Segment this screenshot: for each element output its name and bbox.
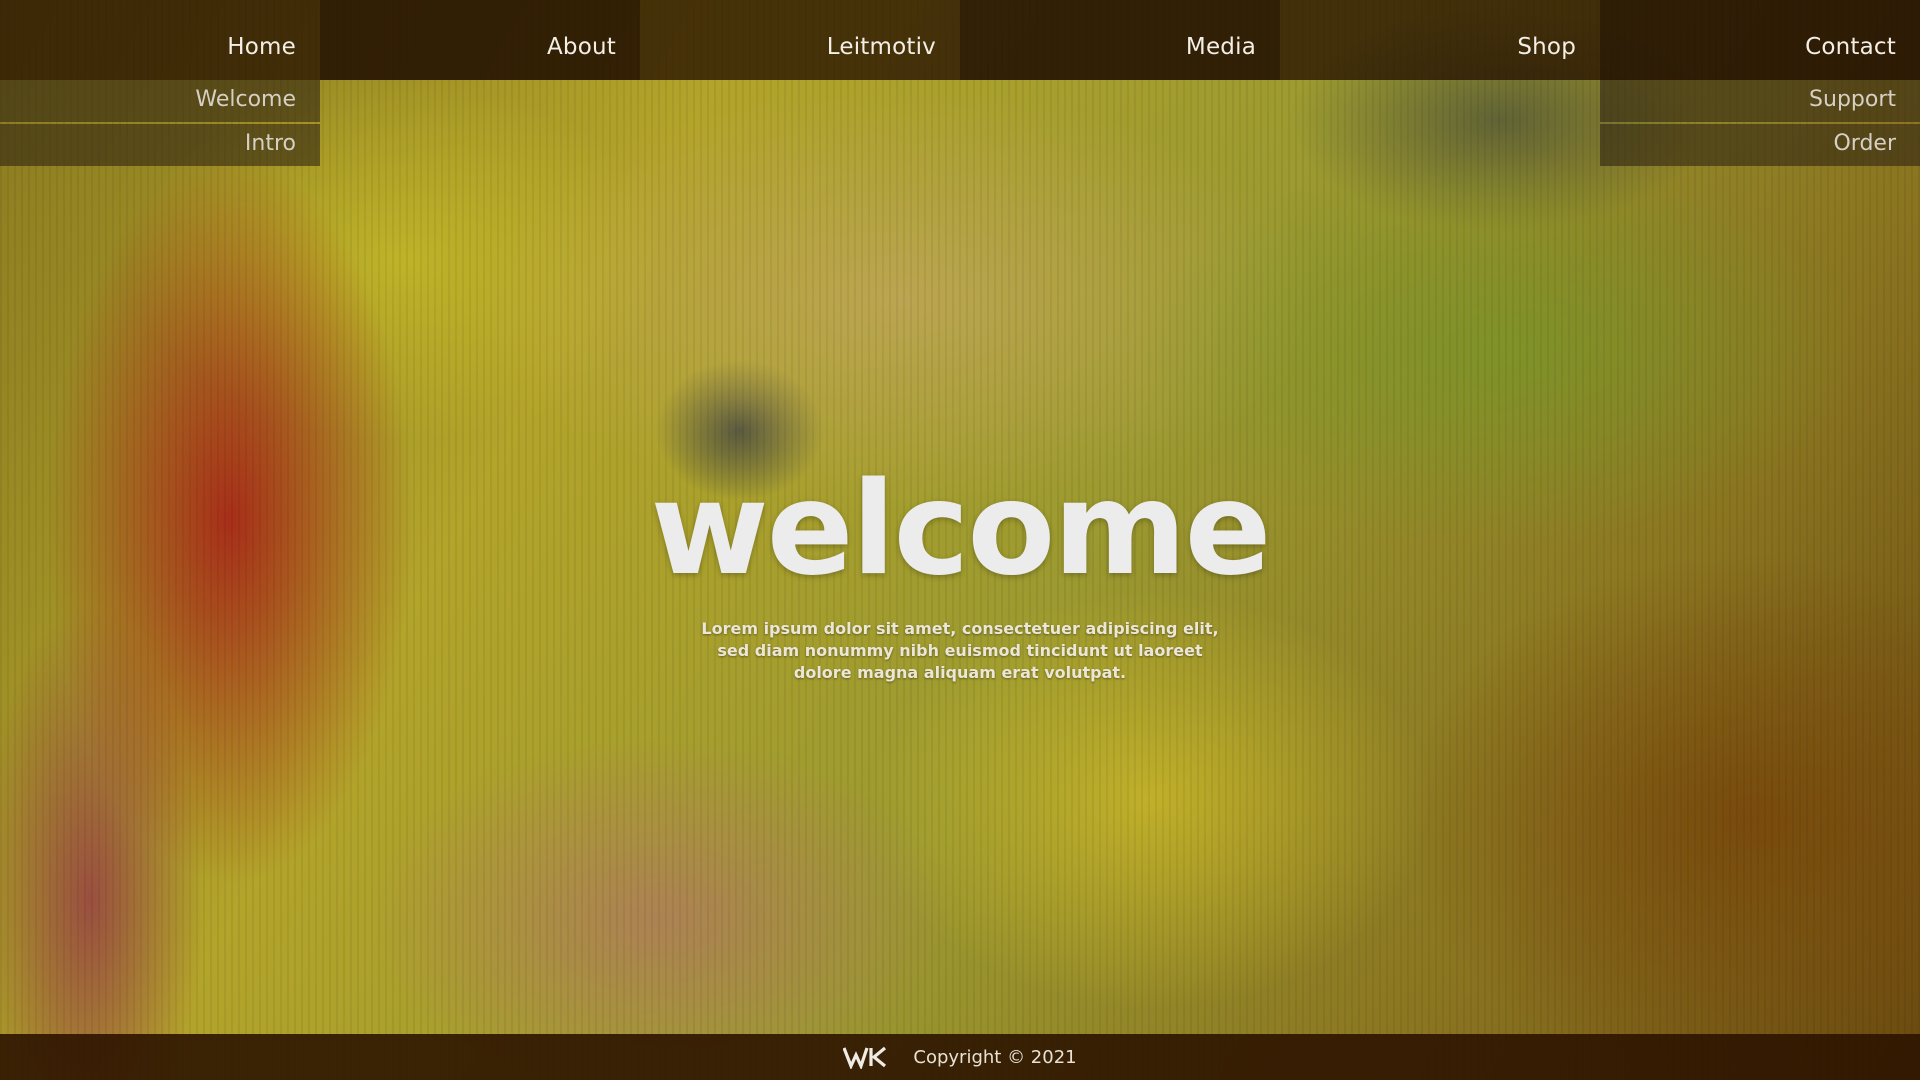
submenu-item-intro[interactable]: Intro — [0, 124, 320, 166]
submenu-item-label: Welcome — [195, 87, 296, 112]
nav-link-about[interactable]: About — [547, 34, 616, 60]
nav-column-shop: Shop — [1280, 0, 1600, 80]
footer-copyright: Copyright © 2021 — [913, 1046, 1077, 1068]
footer: Copyright © 2021 — [0, 1034, 1920, 1080]
nav-column-about: About — [320, 0, 640, 80]
nav-column-contact: Contact — [1600, 0, 1920, 80]
wk-logo-icon[interactable] — [843, 1045, 887, 1069]
home-submenu: Welcome Intro — [0, 80, 320, 168]
hero-section: welcome Lorem ipsum dolor sit amet, cons… — [0, 460, 1920, 684]
nav-column-media: Media — [960, 0, 1280, 80]
nav-column-home: Home — [0, 0, 320, 80]
submenu-item-label: Order — [1833, 131, 1896, 156]
page: Home About Leitmotiv Media Shop Contact … — [0, 0, 1920, 1080]
submenu-item-label: Intro — [244, 131, 296, 156]
nav-link-home[interactable]: Home — [227, 34, 296, 60]
nav-column-leitmotiv: Leitmotiv — [640, 0, 960, 80]
submenu-item-label: Support — [1809, 87, 1896, 112]
top-navigation: Home About Leitmotiv Media Shop Contact — [0, 0, 1920, 80]
nav-link-leitmotiv[interactable]: Leitmotiv — [827, 34, 936, 60]
nav-link-shop[interactable]: Shop — [1517, 34, 1576, 60]
submenu-item-order[interactable]: Order — [1600, 124, 1920, 166]
hero-paragraph: Lorem ipsum dolor sit amet, consectetuer… — [701, 619, 1219, 682]
submenu-item-support[interactable]: Support — [1600, 80, 1920, 122]
nav-link-contact[interactable]: Contact — [1805, 34, 1896, 60]
nav-link-media[interactable]: Media — [1186, 34, 1256, 60]
hero-title: welcome — [650, 455, 1272, 604]
submenu-item-welcome[interactable]: Welcome — [0, 80, 320, 122]
contact-submenu: Support Order — [1600, 80, 1920, 168]
